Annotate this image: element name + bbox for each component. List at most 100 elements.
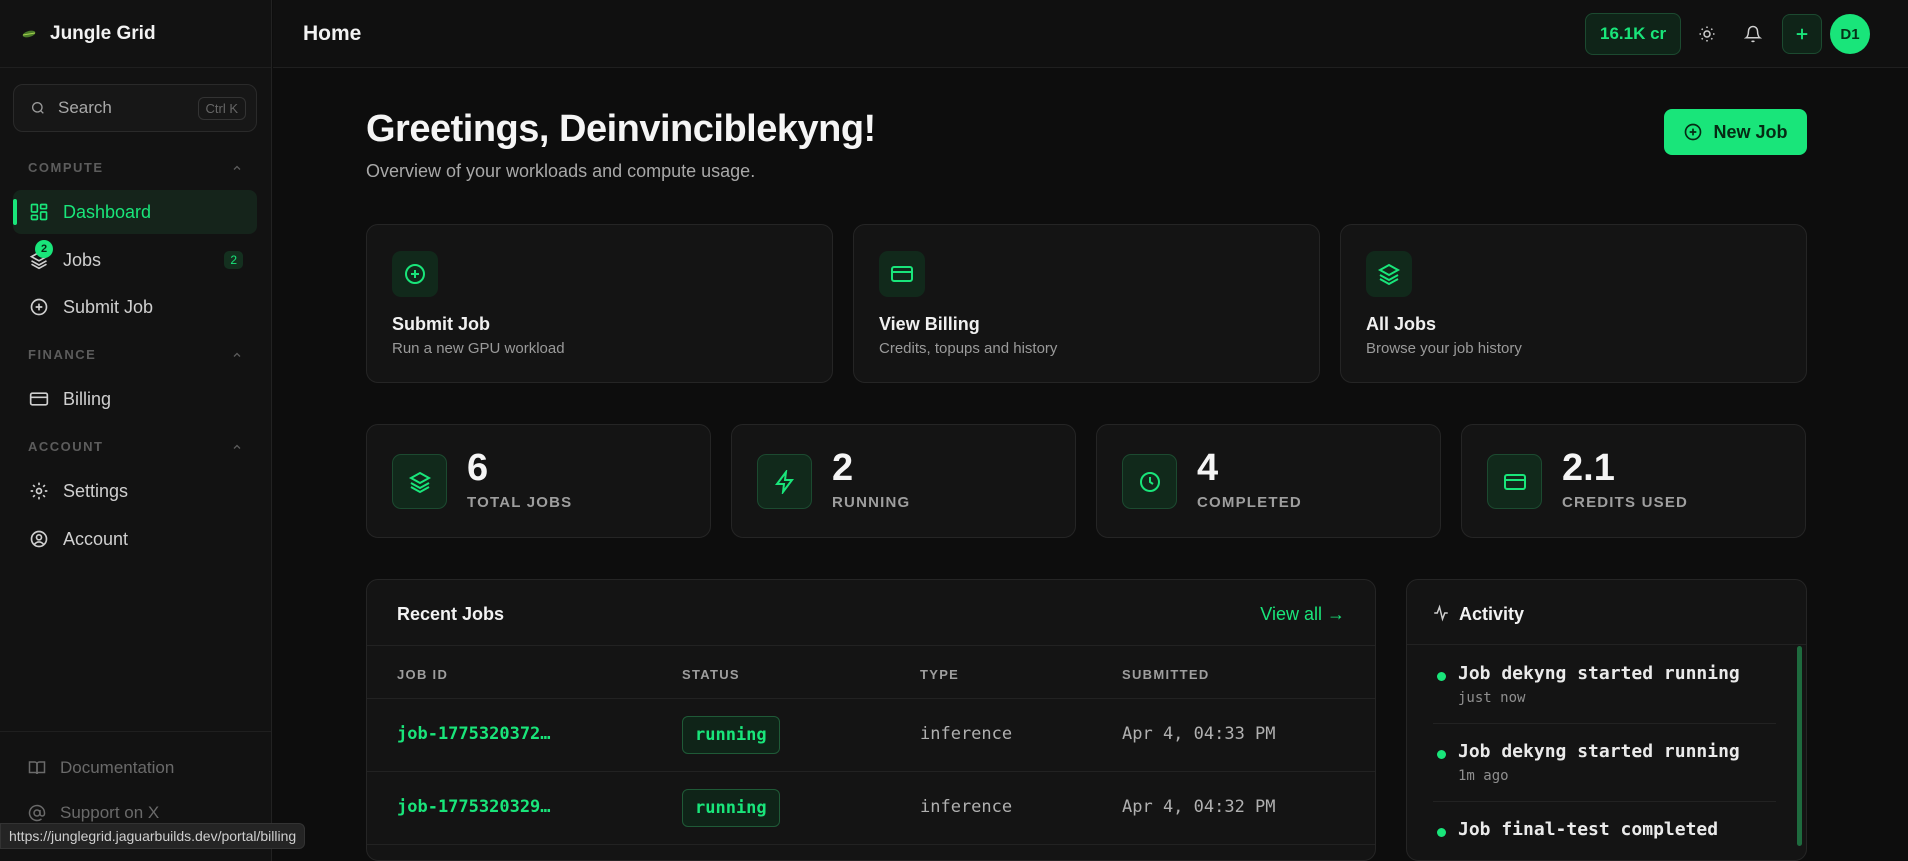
notifications-button[interactable] [1733,14,1773,54]
stat-card-total-jobs: 6 TOTAL JOBS [366,424,711,538]
chevron-up-icon [231,162,243,174]
activity-header: Activity [1407,580,1806,645]
sidebar-item-label: Billing [63,388,112,409]
job-id-link[interactable]: job-1775320372… [397,724,551,744]
column-header-submitted[interactable]: SUBMITTED [1122,667,1210,682]
status-badge: running [682,789,780,827]
search-icon [30,100,46,116]
greeting-heading: Greetings, Deinvinciblekyng! [366,108,876,150]
sidebar-item-dashboard[interactable]: Dashboard [13,190,257,234]
stat-label: RUNNING [832,494,911,511]
stat-card-running: 2 RUNNING [731,424,1076,538]
view-all-link[interactable]: View all → [1260,604,1345,625]
quick-action-title: All Jobs [1366,314,1437,334]
book-icon [28,759,46,777]
documentation-link[interactable]: Documentation [28,758,174,778]
app-name: Jungle Grid [50,22,156,44]
activity-scrollbar[interactable] [1797,646,1802,846]
column-header-job-id[interactable]: JOB ID [397,667,448,682]
status-dot [1437,672,1446,681]
support-link[interactable]: Support on X [28,803,159,823]
layers-icon [392,454,447,509]
stat-card-completed: 4 COMPLETED [1096,424,1441,538]
status-dot [1437,750,1446,759]
quick-action-title: Submit Job [392,314,490,334]
column-header-type[interactable]: TYPE [920,667,959,682]
quick-action-desc: Credits, topups and history [879,340,1058,357]
section-account-label: ACCOUNT [28,439,104,454]
bell-icon [1744,25,1762,43]
section-finance[interactable]: FINANCE [28,347,243,362]
activity-item: Job final-test completed [1433,802,1776,860]
activity-item: Job dekyng started running 1m ago [1433,724,1776,802]
stat-value: 6 [467,447,489,489]
quick-action-desc: Browse your job history [1366,340,1522,357]
search-label: Search [58,98,112,117]
dashboard-icon [29,202,49,222]
topbar: Home 16.1K cr D1 [273,0,1908,68]
credit-card-icon [29,389,49,409]
section-finance-label: FINANCE [28,347,97,362]
sidebar-item-submit-job[interactable]: Submit Job [13,285,257,329]
sidebar-footer [0,731,271,732]
section-account[interactable]: ACCOUNT [28,439,243,454]
job-id-link[interactable]: job-1775320329… [397,797,551,817]
jobs-notification-badge: 2 [35,240,53,258]
activity-item: Job dekyng started running just now [1433,646,1776,724]
chevron-up-icon [231,441,243,453]
create-button[interactable] [1782,14,1822,54]
credits-badge[interactable]: 16.1K cr [1585,13,1682,55]
at-sign-icon [28,804,46,822]
sidebar-item-jobs[interactable]: 2 Jobs 2 [13,238,257,282]
quick-action-submit-job[interactable]: Submit Job Run a new GPU workload [366,224,833,383]
sun-icon [1698,25,1716,43]
job-submitted: Apr 4, 04:32 PM [1122,797,1276,817]
stat-value: 4 [1197,447,1219,489]
quick-action-view-billing[interactable]: View Billing Credits, topups and history [853,224,1320,383]
activity-time: 1m ago [1458,768,1509,784]
table-row[interactable]: job-1775320329… running inference Apr 4,… [367,772,1375,845]
activity-text: Job dekyng started running [1458,663,1740,684]
avatar[interactable]: D1 [1830,14,1870,54]
search-input[interactable]: Search Ctrl K [13,84,257,132]
column-header-status[interactable]: STATUS [682,667,740,682]
table-row[interactable]: job-1775320372… running inference Apr 4,… [367,699,1375,772]
sidebar-item-account[interactable]: Account [13,517,257,561]
quick-action-desc: Run a new GPU workload [392,340,565,357]
table-header: JOB ID STATUS TYPE SUBMITTED [367,645,1375,699]
section-compute[interactable]: COMPUTE [28,160,243,175]
new-job-button[interactable]: New Job [1664,109,1807,155]
documentation-label: Documentation [60,758,175,777]
status-url-tooltip: https://junglegrid.jaguarbuilds.dev/port… [0,823,306,849]
brand[interactable]: Jungle Grid [0,0,271,68]
sidebar-item-label: Submit Job [63,296,154,317]
jobs-count-badge: 2 [224,251,243,269]
status-dot [1437,828,1446,837]
activity-text: Job final-test completed [1458,819,1719,840]
quick-action-all-jobs[interactable]: All Jobs Browse your job history [1340,224,1807,383]
page-title: Home [303,22,362,45]
section-compute-label: COMPUTE [28,160,104,175]
sidebar: Jungle Grid Search Ctrl K COMPUTE Dashbo… [0,0,306,861]
stat-label: COMPLETED [1197,494,1302,511]
stat-label: TOTAL JOBS [467,494,573,511]
plus-circle-icon [1683,122,1703,142]
activity-text: Job dekyng started running [1458,741,1740,762]
credit-card-icon [1487,454,1542,509]
activity-pulse-icon [1432,604,1450,622]
recent-jobs-panel: Recent Jobs View all → JOB ID STATUS TYP… [366,579,1376,861]
plus-icon [1793,25,1811,43]
job-type: inference [920,797,1013,817]
gear-icon [29,481,49,501]
stat-value: 2.1 [1562,447,1615,489]
support-label: Support on X [60,803,160,822]
sidebar-item-settings[interactable]: Settings [13,469,257,513]
theme-toggle-button[interactable] [1687,14,1727,54]
sidebar-item-label: Jobs [63,249,102,270]
plus-circle-icon [29,297,49,317]
activity-panel: Activity Job dekyng started running just… [1406,579,1807,861]
stat-card-credits-used: 2.1 CREDITS USED [1461,424,1806,538]
status-badge: running [682,716,780,754]
sidebar-item-billing[interactable]: Billing [13,377,257,421]
job-type: inference [920,724,1013,744]
